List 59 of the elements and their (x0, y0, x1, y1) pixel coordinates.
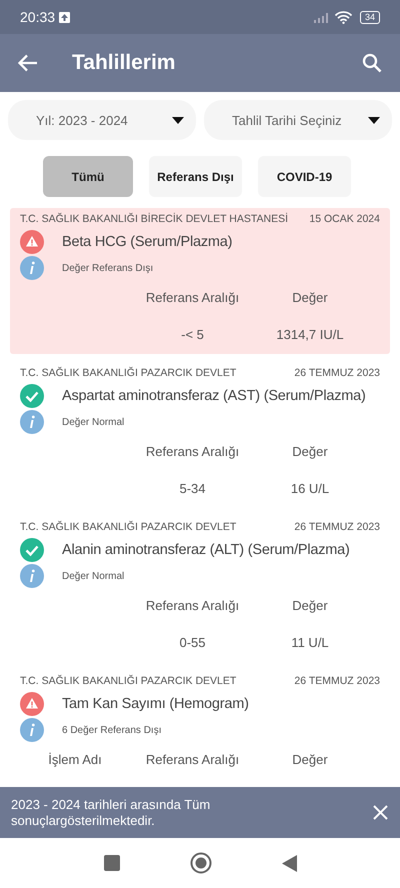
result-card[interactable]: T.C. SAĞLIK BAKANLIĞI BİRECİK DEVLET HASTANESİ 15 OCAK 2024 Beta HCG (Serum/Plazma) Değer Referans Dışı Referans Aralığı Değer -< 5 1314,7 IU/L (10, 208, 390, 354)
search-button[interactable] (362, 53, 382, 73)
filter-tab[interactable]: Referans Dışı (149, 156, 242, 197)
home-icon[interactable] (190, 852, 212, 874)
upload-icon (59, 12, 70, 22)
column-header: Referans Aralığı (144, 598, 240, 613)
test-name: Alanin aminotransferaz (ALT) (Serum/Plazma) (62, 542, 350, 558)
info-icon (20, 718, 44, 742)
result-date: 26 TEMMUZ 2023 (294, 521, 380, 533)
wifi-icon (334, 10, 352, 24)
test-name: Aspartat aminotransferaz (AST) (Serum/Plazma) (62, 388, 366, 404)
hospital-name: T.C. SAĞLIK BAKANLIĞI PAZARCIK DEVLET (20, 521, 236, 533)
column-header: Referans Aralığı (144, 752, 240, 767)
result-note: Değer Normal (62, 416, 124, 428)
result-value: -< 5 (180, 327, 205, 342)
result-date: 26 TEMMUZ 2023 (294, 675, 380, 687)
result-card[interactable]: T.C. SAĞLIK BAKANLIĞI PAZARCIK DEVLET 26 TEMMUZ 2023 Alanin aminotransferaz (ALT) (Serum/Plazma) Değer Normal Referans Aralığı Değer 0-55 11 U/L (10, 516, 390, 662)
result-value: 5-34 (178, 481, 207, 496)
info-icon (20, 410, 44, 434)
result-value: 1314,7 IU/L (275, 327, 345, 342)
caret-icon (368, 116, 380, 124)
status-time: 20:33 (20, 9, 56, 25)
back-icon[interactable] (282, 854, 296, 872)
result-value: 0-55 (178, 635, 207, 650)
result-date: 26 TEMMUZ 2023 (294, 367, 380, 379)
result-date: 15 OCAK 2024 (309, 213, 380, 225)
back-button[interactable] (18, 54, 38, 72)
filter-dropdown[interactable]: Yıl: 2023 - 2024 (8, 100, 196, 140)
result-value: 11 U/L (290, 635, 330, 650)
hospital-name: T.C. SAĞLIK BAKANLIĞI PAZARCIK DEVLET (20, 367, 236, 379)
column-header: Değer (291, 598, 329, 613)
test-name: Beta HCG (Serum/Plazma) (62, 234, 232, 250)
caret-icon (172, 116, 184, 124)
result-note: Değer Referans Dışı (62, 262, 154, 274)
recents-icon[interactable] (104, 855, 120, 871)
column-header: Referans Aralığı (144, 290, 240, 305)
column-header: Değer (291, 752, 329, 767)
filter-tab[interactable]: Tümü (43, 156, 133, 197)
screen-title: Tahlillerim (72, 51, 176, 75)
filter-tab[interactable]: COVID-19 (258, 156, 351, 197)
result-card[interactable]: T.C. SAĞLIK BAKANLIĞI PAZARCIK DEVLET 26 TEMMUZ 2023 Aspartat aminotransferaz (AST) (Serum/Plazma) Değer Normal Referans Aralığı Değer 5-34 16 U/L (10, 362, 390, 508)
hospital-name: T.C. SAĞLIK BAKANLIĞI BİRECİK DEVLET HASTANESİ (20, 213, 288, 225)
result-value: 16 U/L (290, 481, 330, 496)
column-header: Değer (291, 290, 329, 305)
info-icon (20, 256, 44, 280)
result-card[interactable]: T.C. SAĞLIK BAKANLIĞI PAZARCIK DEVLET 26 TEMMUZ 2023 Tam Kan Sayımı (Hemogram) 6 Değer Referans Dışı İşlem Adı Referans Aralığı Değer (10, 670, 390, 779)
filter-dropdown[interactable]: Tahlil Tarihi Seçiniz (204, 100, 392, 140)
snackbar-message: 2023 - 2024 tarihleri arasında Tüm sonuçlargösterilmektedir. (11, 796, 212, 828)
result-note: 6 Değer Referans Dışı (62, 724, 162, 736)
info-icon (20, 564, 44, 588)
hospital-name: T.C. SAĞLIK BAKANLIĞI PAZARCIK DEVLET (20, 675, 236, 687)
battery-icon: 34 (360, 10, 380, 24)
result-note: Değer Normal (62, 570, 124, 582)
signal-icon (314, 12, 331, 22)
column-header: Değer (291, 444, 329, 459)
test-name: Tam Kan Sayımı (Hemogram) (62, 696, 249, 712)
column-header: Referans Aralığı (144, 444, 240, 459)
column-header: İşlem Adı (47, 752, 103, 767)
close-button[interactable] (373, 805, 388, 820)
